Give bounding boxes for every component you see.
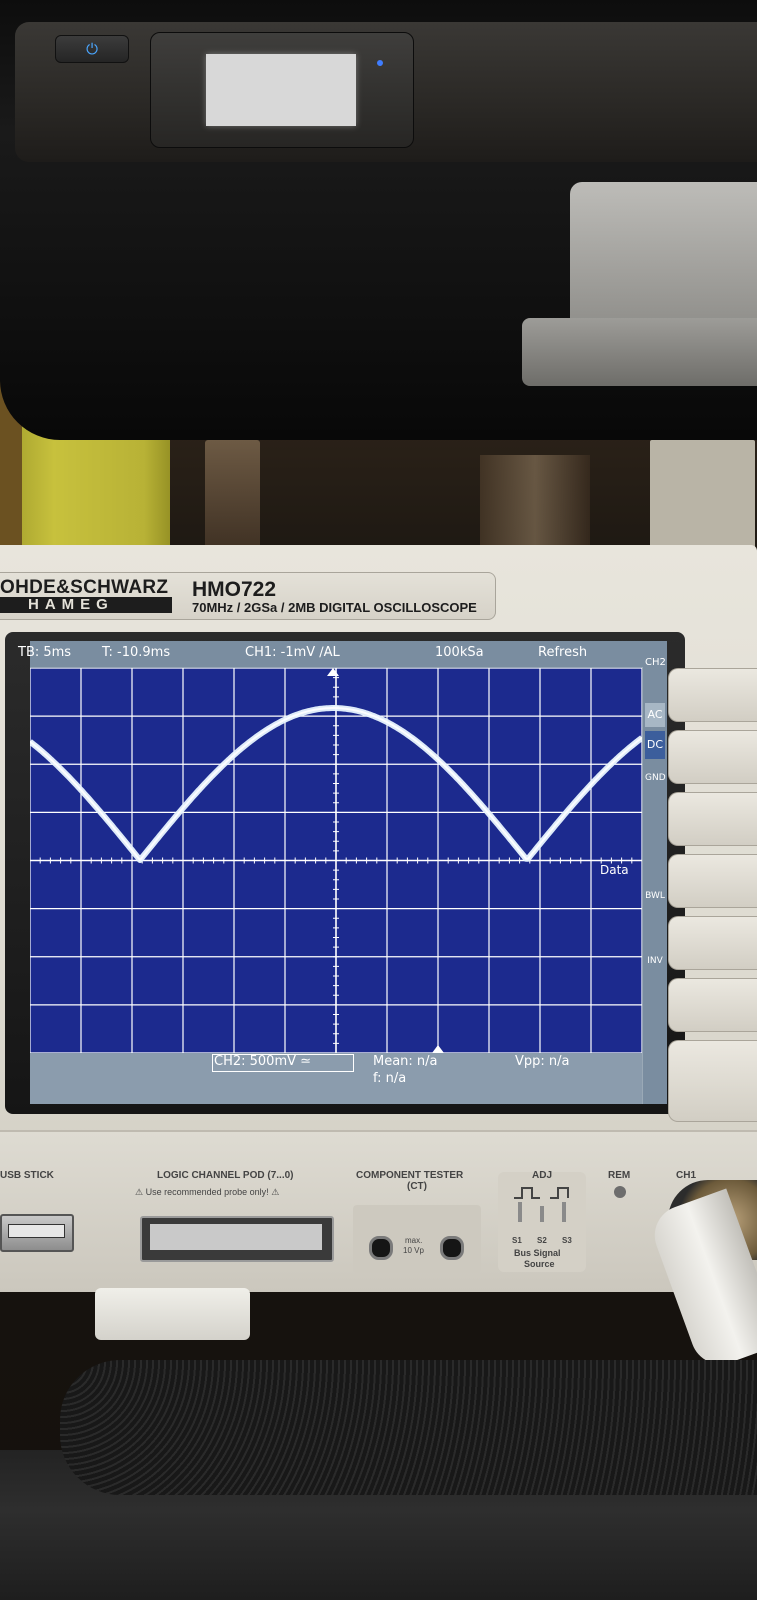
shelf-object	[205, 440, 260, 555]
hameg-logo: HAMEG	[28, 596, 114, 613]
softkey-2[interactable]	[668, 730, 757, 784]
acquisition-mode-readout: Refresh	[538, 645, 588, 660]
coupling-gnd-option[interactable]: GND	[645, 763, 666, 793]
status-bar: TB: 5ms T: -10.9ms CH1: -1mV ∕AL 100kSa …	[18, 641, 660, 667]
bus-source-label: Source	[524, 1259, 555, 1269]
power-icon: ⏻	[86, 40, 98, 58]
ct-jack-ground[interactable]	[369, 1236, 393, 1260]
mean-readout: Mean: n/a	[373, 1054, 438, 1069]
data-marker-label: Data	[600, 863, 629, 877]
ch1-label: CH1	[676, 1170, 697, 1181]
softkey-3[interactable]	[668, 792, 757, 846]
softkey-7[interactable]	[668, 1040, 757, 1122]
printer-paper-tray	[570, 182, 757, 332]
printer-tray-lip	[522, 318, 757, 386]
bus-signal-pins-icon	[514, 1187, 569, 1222]
warning-icon: ⚠	[135, 1187, 144, 1197]
channel-side-menu: CH2 AC DC GND BWL INV	[643, 641, 667, 1104]
waveform-display: Data 2	[30, 668, 642, 1053]
trigger-time-readout: T: -10.9ms	[102, 645, 171, 660]
s3-label: S3	[562, 1236, 572, 1245]
logic-pod-label: LOGIC CHANNEL POD (7...0)	[157, 1170, 294, 1181]
trigger-info-readout: CH1: -1mV ∕AL	[245, 645, 340, 660]
timebase-readout: TB: 5ms	[18, 645, 72, 660]
shelf-card	[650, 440, 755, 555]
ct-max-line1: max.	[405, 1236, 423, 1245]
shelf-object-2	[480, 455, 590, 550]
bwl-option[interactable]: BWL	[645, 881, 665, 911]
component-tester-label: COMPONENT TESTER	[356, 1170, 464, 1181]
usb-slot	[8, 1224, 65, 1238]
ct-max-line2: 10 Vp	[403, 1246, 424, 1255]
printer-power-button[interactable]: ⏻	[55, 35, 129, 63]
warning-icon-2: ⚠	[271, 1187, 280, 1197]
frequency-readout: f: n/a	[373, 1071, 407, 1086]
probe-warning-text: Use recommended probe only!	[145, 1187, 269, 1197]
coupling-ac-option[interactable]: AC	[645, 703, 665, 727]
softkey-6[interactable]	[668, 978, 757, 1032]
sample-rate-readout: 100kSa	[435, 645, 484, 660]
softkey-5[interactable]	[668, 916, 757, 970]
softkey-4[interactable]	[668, 854, 757, 908]
probe-warning: ⚠ Use recommended probe only! ⚠	[135, 1187, 279, 1198]
rem-led-icon	[614, 1186, 626, 1198]
bus-signal-label: Bus Signal	[514, 1248, 561, 1258]
printer-display	[206, 54, 356, 126]
oscilloscope-handle	[60, 1360, 757, 1495]
logic-pod-pins	[150, 1224, 322, 1250]
channel-scale-box	[212, 1054, 354, 1072]
component-tester-sub: (CT)	[407, 1181, 427, 1192]
side-menu-channel: CH2	[645, 657, 666, 668]
model-description: 70MHz / 2GSa / 2MB DIGITAL OSCILLOSCOPE	[192, 600, 477, 615]
s1-label: S1	[512, 1236, 522, 1245]
ct-jack-signal[interactable]	[440, 1236, 464, 1260]
usb-label: USB STICK	[0, 1170, 54, 1181]
s2-label: S2	[537, 1236, 547, 1245]
rem-label: REM	[608, 1170, 631, 1181]
model-name: HMO722	[192, 578, 277, 601]
oscilloscope-foot	[95, 1288, 250, 1340]
vpp-readout: Vpp: n/a	[515, 1054, 570, 1069]
softkey-1[interactable]	[668, 668, 757, 722]
coupling-dc-option[interactable]: DC	[645, 731, 665, 759]
invert-option[interactable]: INV	[645, 946, 665, 976]
printer-led-icon	[377, 60, 383, 66]
